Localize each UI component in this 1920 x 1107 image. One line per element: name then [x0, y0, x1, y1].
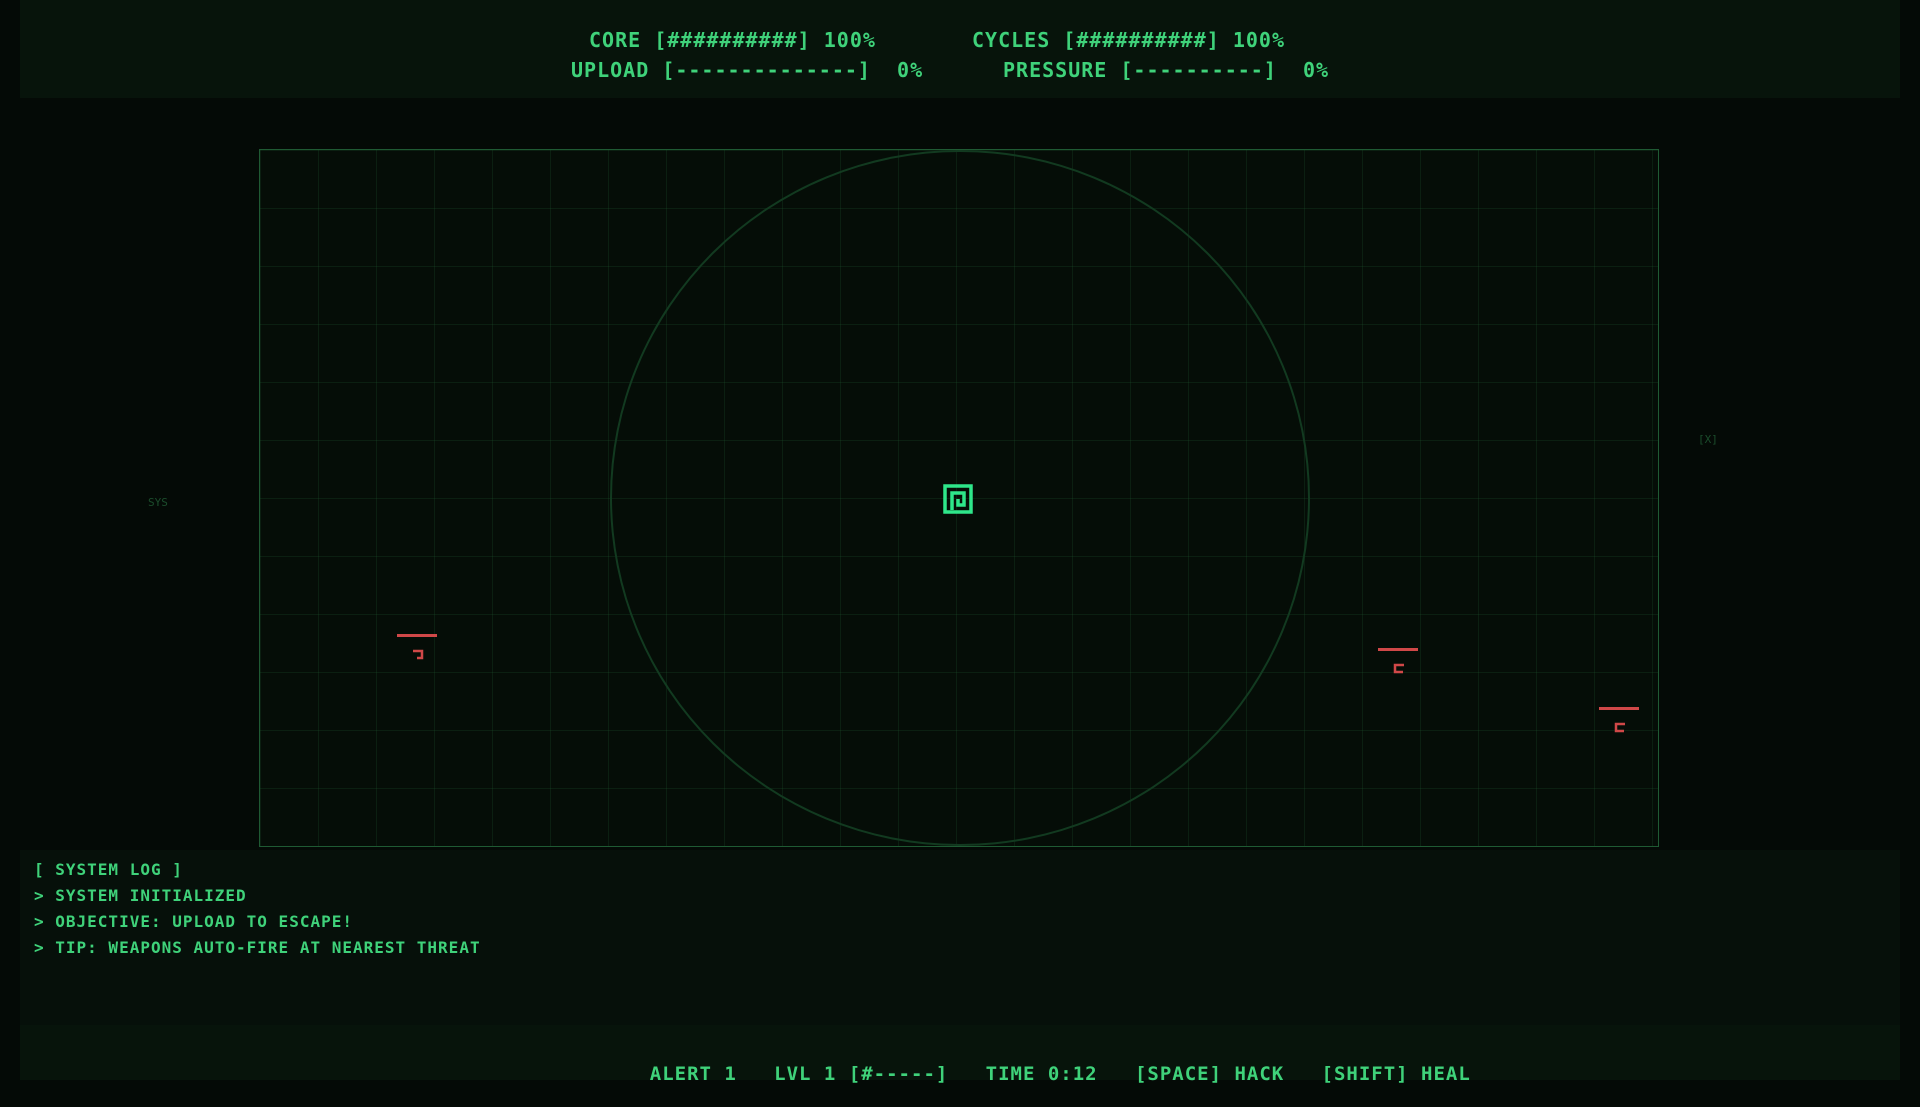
status-row: ALERT 1 LVL 1 [#-----] TIME 0:12 [SPACE]…: [600, 1041, 1471, 1107]
level-indicator: LVL 1 [#-----]: [774, 1063, 949, 1085]
top-hud: CORE [##########] 100% CYCLES [#########…: [20, 0, 1900, 98]
system-log-panel: [ SYSTEM LOG ] > SYSTEM INITIALIZED > OB…: [20, 850, 1900, 1025]
cycles-meter: CYCLES [##########] 100%: [972, 28, 1285, 52]
enemy-right-2: [1599, 707, 1641, 741]
upload-meter: UPLOAD [--------------] 0%: [571, 58, 924, 82]
enemy-health-bar: [1599, 707, 1639, 710]
enemy-health-bar: [1378, 648, 1418, 651]
core-meter: CORE [##########] 100%: [589, 28, 876, 52]
enemy-health-bar: [397, 634, 437, 637]
bottom-status-bar: ALERT 1 LVL 1 [#-----] TIME 0:12 [SPACE]…: [20, 1025, 1900, 1085]
player-icon: [943, 484, 973, 514]
enemy-left: [397, 634, 439, 668]
enemy-icon: [1393, 663, 1404, 674]
game-arena[interactable]: [259, 149, 1659, 847]
enemy-right-1: [1378, 648, 1420, 682]
ambient-sys-label: SYS: [148, 496, 168, 509]
ambient-bracket-label: [X]: [1698, 433, 1718, 446]
system-log-line: > TIP: WEAPONS AUTO-FIRE AT NEAREST THRE…: [34, 938, 481, 957]
system-log-line: > SYSTEM INITIALIZED: [34, 886, 247, 905]
enemy-icon: [413, 649, 424, 660]
hack-hint: [SPACE] HACK: [1134, 1063, 1285, 1085]
pressure-meter: PRESSURE [----------] 0%: [1003, 58, 1330, 82]
system-log-line: > OBJECTIVE: UPLOAD TO ESCAPE!: [34, 912, 353, 931]
timer: TIME 0:12: [985, 1063, 1098, 1085]
enemy-icon: [1614, 722, 1625, 733]
system-log-title: [ SYSTEM LOG ]: [34, 860, 183, 879]
heal-hint: [SHIFT] HEAL: [1321, 1063, 1471, 1085]
alert-indicator: ALERT 1: [649, 1063, 737, 1085]
